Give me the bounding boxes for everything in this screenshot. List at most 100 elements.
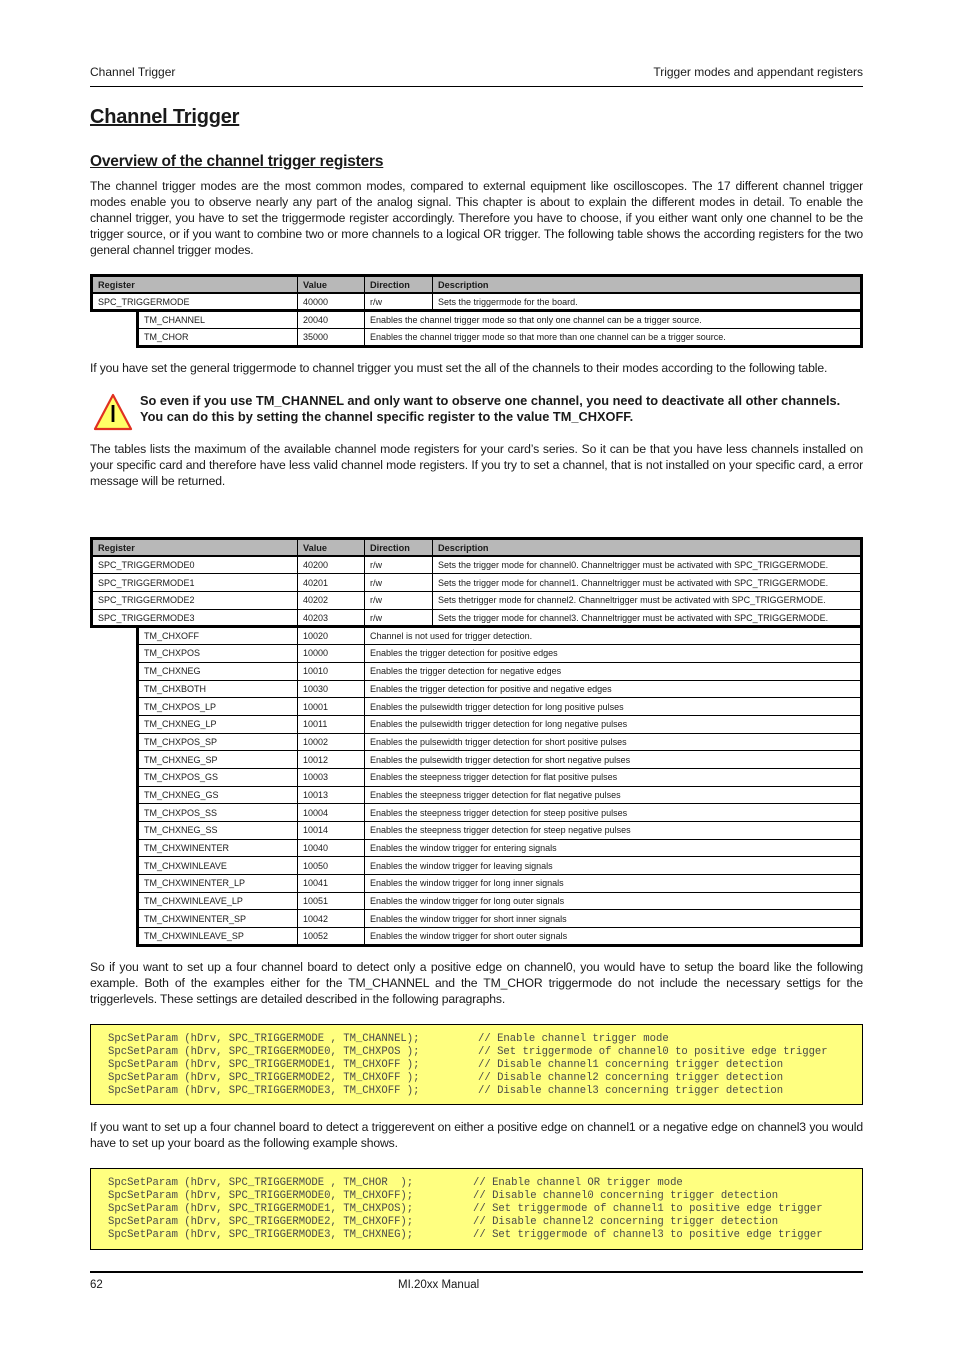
indent-cell [91, 768, 139, 787]
indent-cell [91, 644, 139, 663]
mode-description: Enables the trigger detection for positi… [364, 679, 863, 699]
register-value: 40000 [297, 292, 365, 313]
indent-cell [91, 892, 139, 910]
register-name: SPC_TRIGGERMODE3 [90, 608, 298, 629]
register-name: SPC_TRIGGERMODE0 [90, 555, 298, 575]
register-direction: r/w [364, 555, 433, 575]
mode-description: Enables the trigger detection for negati… [364, 661, 863, 681]
indent-cell [91, 750, 139, 769]
header-direction: Direction [364, 274, 433, 295]
code-line: SpcSetParam (hDrv, SPC_TRIGGERMODE3, TM_… [108, 1085, 862, 1098]
code-statement: SpcSetParam (hDrv, SPC_TRIGGERMODE , TM_… [108, 1033, 420, 1045]
indent-cell [91, 803, 139, 822]
mode-row: TM_CHOR 35000 Enables the channel trigger … [91, 328, 863, 348]
register-description: Sets the trigger mode for channel3. Chan… [432, 608, 863, 629]
register-row: SPC_TRIGGERMODE2 40202 r/w Sets thetrigger … [90, 591, 863, 610]
mode-description: Enables the pulsewidth trigger detection… [364, 697, 863, 716]
mode-row: TM_CHXWINENTER_SP 10042 Enables the window… [91, 909, 863, 929]
code-statement: SpcSetParam (hDrv, SPC_TRIGGERMODE0, TM_… [108, 1046, 420, 1058]
channel-triggermode-table: Register Value Direction Description SPC_TRI… [90, 537, 863, 947]
page-footer: 62 MI.20xx Manual [90, 1271, 863, 1291]
mode-value: 10052 [297, 927, 365, 947]
mode-value: 10011 [297, 714, 365, 734]
mode-name: TM_CHXWINLEAVE [137, 856, 298, 876]
code-line: SpcSetParam (hDrv, SPC_TRIGGERMODE3, TM_… [108, 1229, 862, 1242]
table-header-row: Register Value Direction Description [90, 537, 863, 558]
mode-row: TM_CHXPOS_GS 10003 Enables the steepness t… [91, 767, 863, 787]
register-row: SPC_TRIGGERMODE 40000 r/w Sets the triggerm… [90, 292, 863, 313]
mode-value: 10041 [297, 874, 365, 893]
mode-description: Channel is not used for trigger detectio… [364, 626, 863, 646]
page-number: 62 [90, 1279, 103, 1291]
code-statement: SpcSetParam (hDrv, SPC_TRIGGERMODE3, TM_… [108, 1085, 420, 1097]
max-registers-paragraph: The tables lists the maximum of the avai… [90, 442, 863, 488]
set-channels-paragraph: If you have set the general triggermode … [90, 361, 828, 375]
code-statement: SpcSetParam (hDrv, SPC_TRIGGERMODE1, TM_… [108, 1059, 420, 1071]
indent-cell [91, 874, 139, 893]
header-value: Value [297, 274, 365, 295]
mode-description: Enables the trigger detection for positi… [364, 644, 863, 663]
register-description: Sets the trigger mode for channel0. Chan… [432, 555, 863, 575]
mode-description: Enables the pulsewidth trigger detection… [364, 714, 863, 734]
mode-description: Enables the window trigger for entering … [364, 838, 863, 858]
code-statement: SpcSetParam (hDrv, SPC_TRIGGERMODE1, TM_… [108, 1203, 414, 1215]
header-description: Description [432, 537, 863, 558]
manual-title: MI.20xx Manual [398, 1279, 480, 1291]
indent-cell [91, 715, 139, 734]
mode-name: TM_CHOR [137, 328, 298, 348]
header-description: Description [432, 274, 863, 295]
register-description: Sets the triggermode for the board. [432, 292, 863, 313]
mode-description: Enables the steepness trigger detection … [364, 803, 863, 822]
header-value: Value [297, 537, 365, 558]
code-line: SpcSetParam (hDrv, SPC_TRIGGERMODE0, TM_… [108, 1046, 862, 1059]
mode-row: TM_CHXBOTH 10030 Enables the trigger detec… [91, 679, 863, 699]
mode-row: TM_CHXNEG_GS 10013 Enables the steepness t… [91, 785, 863, 805]
mode-value: 35000 [297, 328, 365, 348]
section-title: Overview of the channel trigger register… [90, 153, 384, 170]
mode-name: TM_CHXWINENTER_LP [137, 874, 298, 893]
indent-cell [91, 786, 139, 804]
code-statement: SpcSetParam (hDrv, SPC_TRIGGERMODE2, TM_… [108, 1216, 414, 1228]
mode-row: TM_CHXNEG_SS 10014 Enables the steepness t… [91, 821, 863, 840]
header-chapter-name: Trigger modes and appendant registers [653, 65, 863, 79]
indent-cell [91, 821, 139, 840]
mode-value: 10013 [297, 785, 365, 805]
header-register: Register [90, 274, 298, 295]
indent-cell [91, 626, 139, 645]
indent-cell [91, 310, 139, 329]
mode-name: TM_CHXPOS [137, 644, 298, 663]
mode-name: TM_CHXNEG_SP [137, 750, 298, 769]
mode-row: TM_CHXPOS_SP 10002 Enables the pulsewidth … [91, 732, 863, 752]
register-row: SPC_TRIGGERMODE3 40203 r/w Sets the trigger… [90, 608, 863, 629]
mode-description: Enables the pulsewidth trigger detection… [364, 750, 863, 769]
code-comment: // Set triggermode of channel1 to positi… [473, 1203, 823, 1215]
mode-name: TM_CHXNEG_SS [137, 821, 298, 840]
mode-row: TM_CHXWINLEAVE 10050 Enables the window tr… [91, 856, 863, 876]
mode-name: TM_CHXWINENTER_SP [137, 909, 298, 929]
mode-description: Enables the pulsewidth trigger detection… [364, 732, 863, 752]
code-comment: // Disable channel3 concerning trigger d… [478, 1085, 784, 1097]
code-line: SpcSetParam (hDrv, SPC_TRIGGERMODE , TM_… [108, 1033, 862, 1046]
warning-triangle-icon [93, 393, 133, 431]
mode-description: Enables the channel trigger mode so that… [364, 310, 863, 330]
register-row: SPC_TRIGGERMODE0 40200 r/w Sets the trigger… [90, 555, 863, 575]
mode-value: 10000 [297, 644, 365, 663]
mode-value: 10010 [297, 661, 365, 681]
mode-description: Enables the steepness trigger detection … [364, 767, 863, 787]
code-comment: // Enable channel trigger mode [478, 1033, 669, 1045]
mode-name: TM_CHXPOS_SS [137, 803, 298, 822]
header-direction: Direction [364, 537, 433, 558]
mode-name: TM_CHXWINLEAVE_LP [137, 891, 298, 911]
code-comment: // Enable channel OR trigger mode [473, 1177, 683, 1189]
register-value: 40200 [297, 555, 365, 575]
warning-text: So even if you use TM_CHANNEL and only w… [140, 393, 841, 424]
mode-description: Enables the window trigger for short out… [364, 927, 863, 947]
code-example-channel-trigger: SpcSetParam (hDrv, SPC_TRIGGERMODE , TM_… [90, 1024, 863, 1105]
code-statement: SpcSetParam (hDrv, SPC_TRIGGERMODE0, TM_… [108, 1190, 414, 1202]
mode-value: 10020 [297, 626, 365, 646]
code-line: SpcSetParam (hDrv, SPC_TRIGGERMODE0, TM_… [108, 1190, 862, 1203]
mode-value: 10042 [297, 909, 365, 929]
mode-row: TM_CHXNEG 10010 Enables the trigger detect… [91, 661, 863, 681]
mode-value: 10051 [297, 891, 365, 911]
mode-value: 10014 [297, 821, 365, 840]
